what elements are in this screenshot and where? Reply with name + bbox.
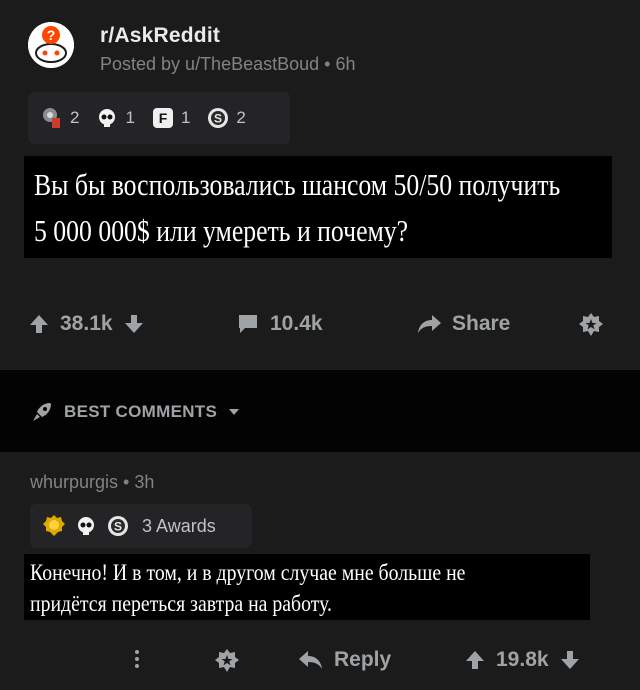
comment-sort-bar: BEST COMMENTS	[0, 370, 640, 452]
reply-icon	[298, 649, 324, 671]
post-title-line: Вы бы воспользовались шансом 50/50 получ…	[34, 167, 561, 202]
more-options-button[interactable]	[132, 648, 142, 670]
comment-body: Конечно! И в том, и в другом случае мне …	[24, 554, 590, 620]
svg-text:S: S	[214, 112, 222, 126]
comment-awards[interactable]: S 3 Awards	[30, 504, 252, 548]
skull-icon	[74, 514, 98, 538]
share-icon	[416, 313, 442, 335]
award-item: S 2	[206, 106, 246, 130]
more-vertical-icon	[132, 648, 142, 670]
subreddit-name[interactable]: r/AskReddit	[100, 24, 220, 48]
awards-count-label: 3 Awards	[142, 515, 216, 536]
gold-medal-icon	[40, 106, 64, 130]
award-item: 2	[40, 106, 79, 130]
award-count: 2	[70, 108, 80, 127]
share-label: Share	[452, 312, 511, 335]
comment-actions: Reply 19.8k	[0, 640, 640, 684]
svg-text:F: F	[159, 110, 168, 126]
comments-button[interactable]: 10.4k	[236, 312, 323, 336]
comment-meta[interactable]: whurpurgis • 3h	[30, 472, 154, 493]
gold-award-icon	[42, 514, 66, 538]
downvote-icon[interactable]	[559, 649, 581, 671]
downvote-icon[interactable]	[123, 313, 145, 335]
silver-coin-icon: S	[206, 106, 230, 130]
post-title-line: 5 000 000$ или умереть и почему?	[34, 213, 409, 248]
svg-text:S: S	[114, 520, 122, 534]
comment-vote-group: 19.8k	[464, 648, 581, 672]
subreddit-avatar-icon[interactable]: ?	[28, 22, 74, 68]
comment-line: Конечно! И в том, и в другом случае мне …	[30, 560, 466, 585]
post-meta: Posted by u/TheBeastBoud • 6h	[100, 54, 356, 74]
post-card: ? r/AskReddit Posted by u/TheBeastBoud •…	[0, 0, 640, 368]
comment-icon	[236, 313, 260, 335]
comment-count: 10.4k	[270, 312, 323, 335]
svg-text:?: ?	[47, 27, 56, 43]
post-awards[interactable]: 2 1 F 1 S 2	[28, 92, 290, 144]
award-item: 1	[95, 106, 135, 130]
vote-group: 38.1k	[28, 312, 145, 336]
chevron-down-icon	[227, 407, 241, 417]
post-actions: 38.1k 10.4k Share	[0, 300, 640, 350]
sort-label: BEST COMMENTS	[64, 402, 218, 421]
post-score: 38.1k	[60, 312, 113, 335]
post-title[interactable]: Вы бы воспользовались шансом 50/50 получ…	[24, 156, 612, 258]
skull-icon	[95, 106, 119, 130]
award-icon	[214, 648, 240, 674]
rocket-icon	[30, 400, 54, 424]
reply-label: Reply	[334, 648, 392, 671]
award-icon	[578, 312, 604, 338]
comment-card: whurpurgis • 3h S 3 Awards Конечно! И в …	[0, 452, 640, 690]
silver-coin-icon: S	[106, 514, 130, 538]
f-key-icon: F	[151, 106, 175, 130]
award-count: 1	[180, 108, 191, 127]
upvote-icon[interactable]	[28, 313, 50, 335]
comment-score: 19.8k	[496, 648, 549, 671]
sort-dropdown[interactable]: BEST COMMENTS	[30, 400, 241, 424]
award-button[interactable]	[578, 312, 604, 338]
comment-line: придётся переться завтра на работу.	[30, 591, 332, 616]
reply-button[interactable]: Reply	[298, 648, 391, 672]
award-count: 2	[236, 108, 246, 127]
award-count: 1	[125, 108, 135, 127]
award-item: F 1	[151, 106, 190, 130]
comment-award-button[interactable]	[214, 648, 240, 674]
share-button[interactable]: Share	[416, 312, 510, 336]
upvote-icon[interactable]	[464, 649, 486, 671]
